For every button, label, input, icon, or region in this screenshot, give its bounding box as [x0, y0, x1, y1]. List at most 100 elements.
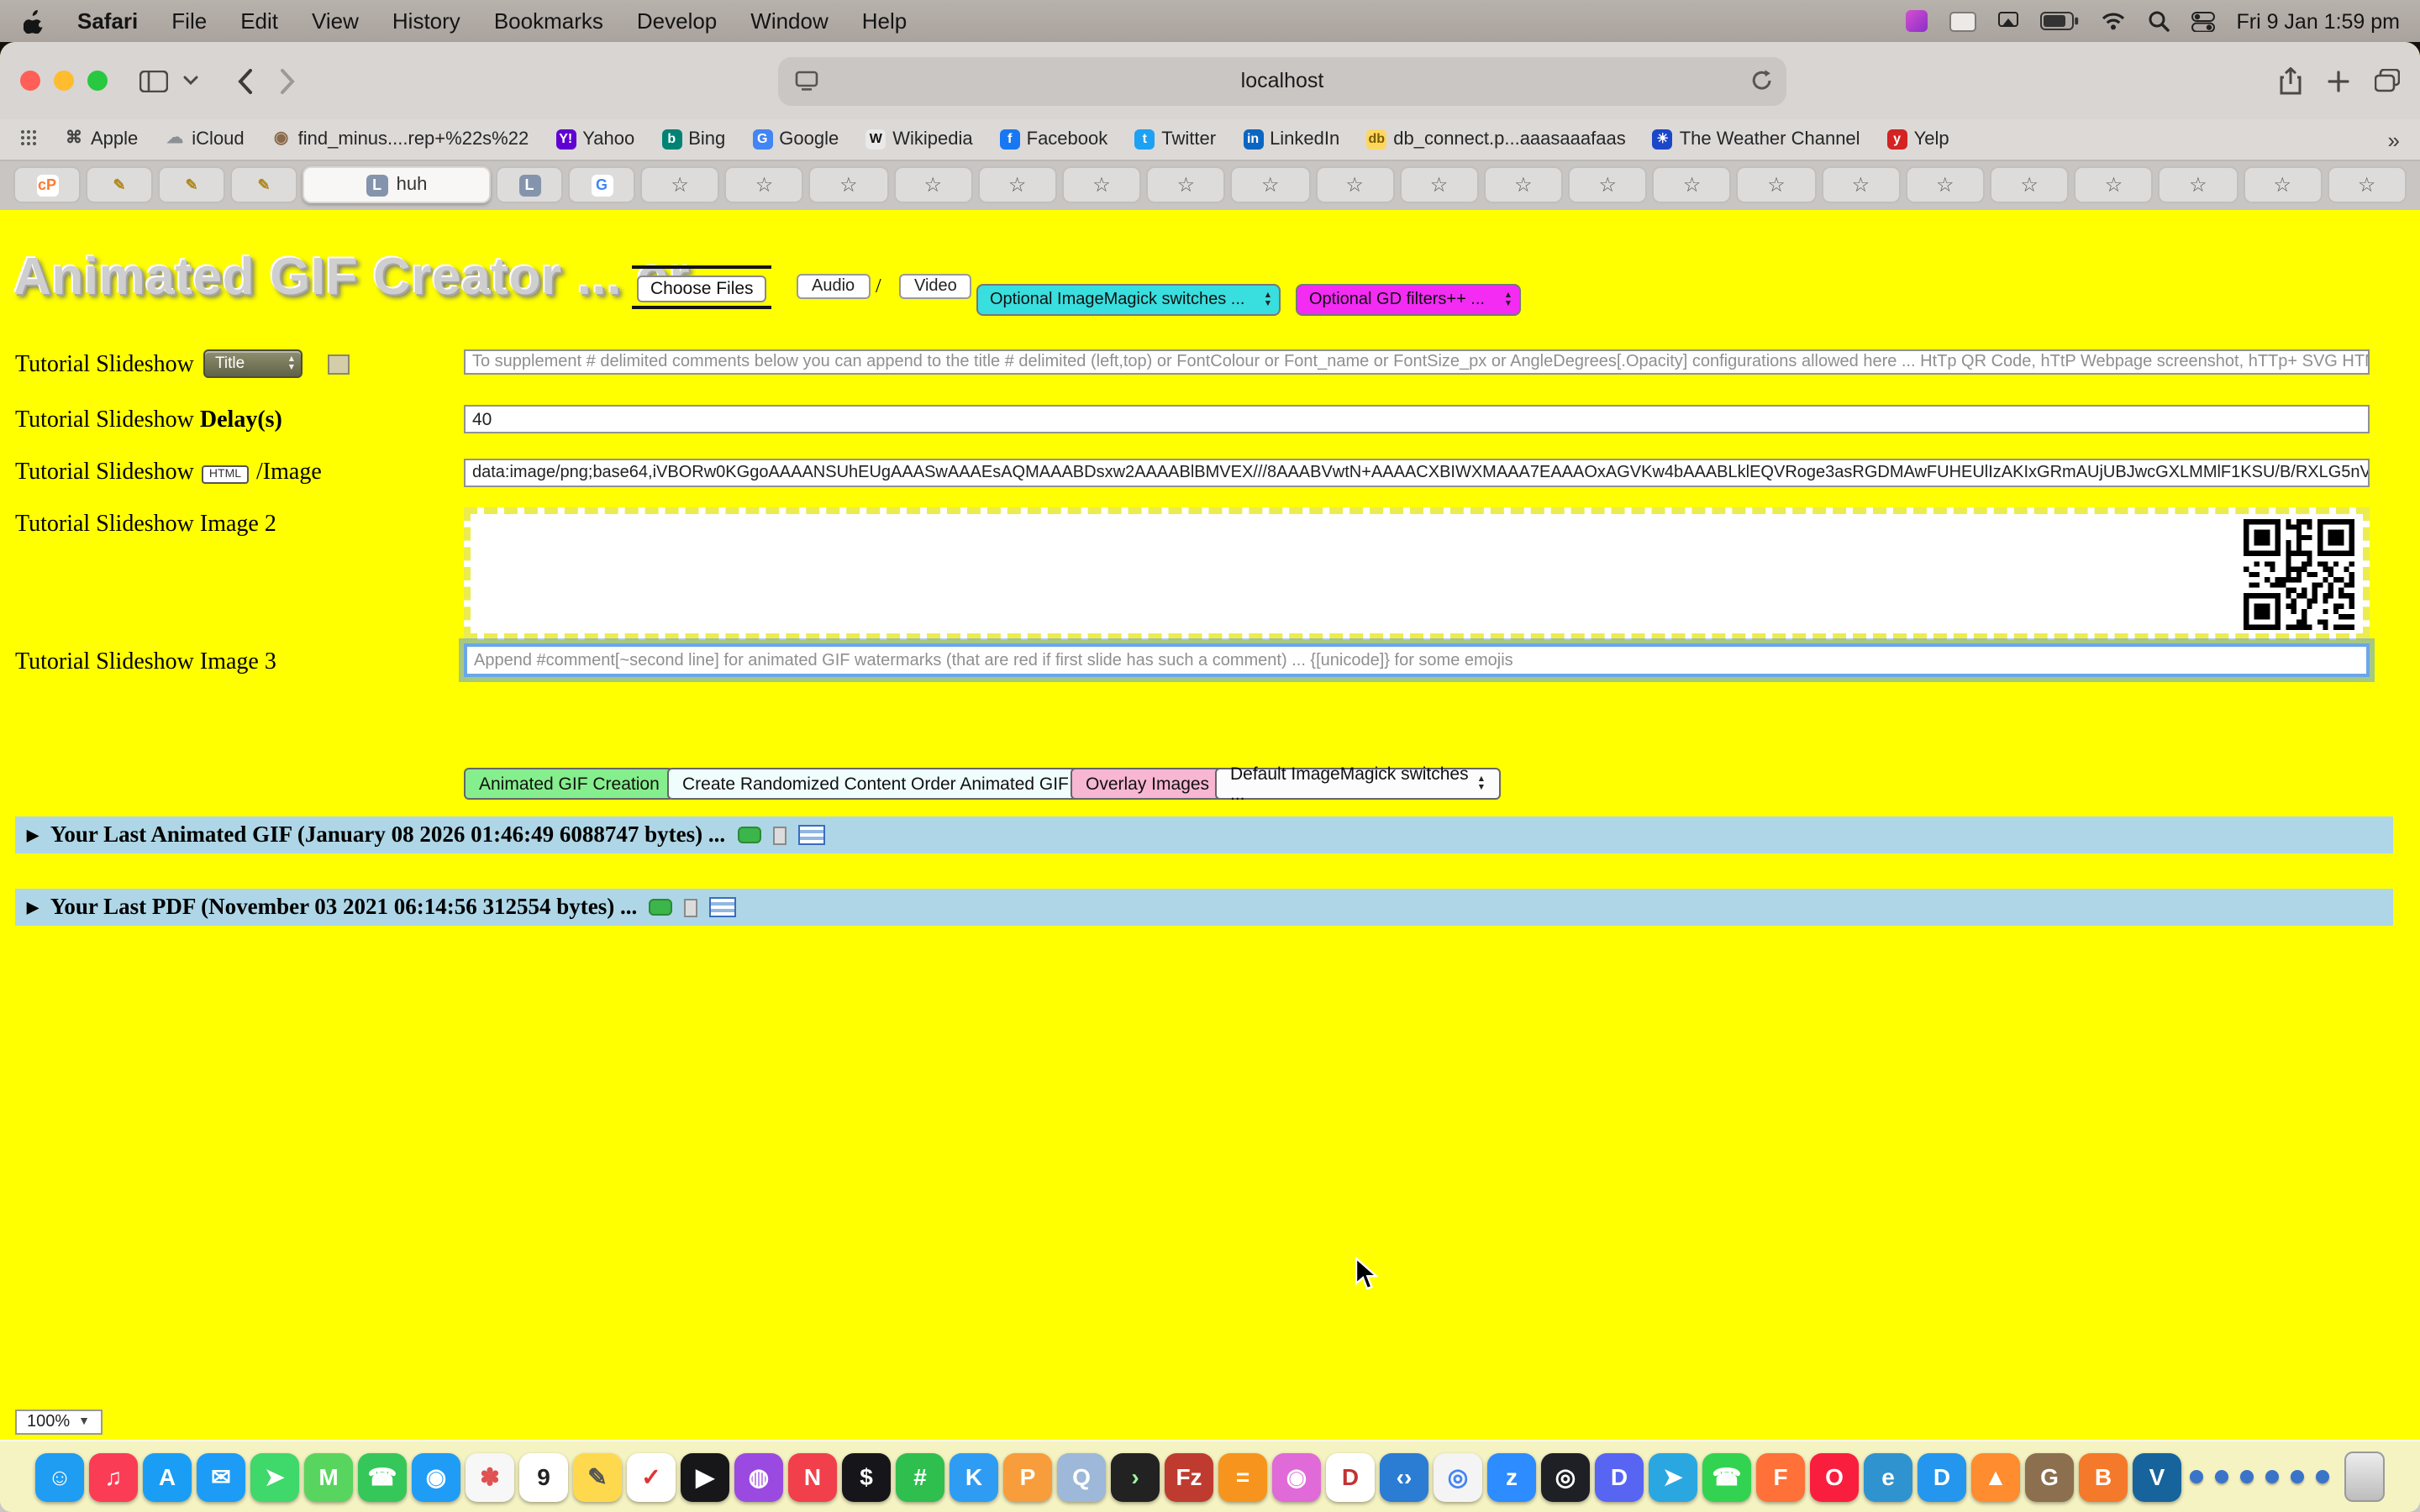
menu-bookmarks[interactable]: Bookmarks [477, 8, 620, 34]
dock-mail-icon[interactable]: ✉ [197, 1452, 245, 1501]
gif-badge-icon[interactable] [649, 899, 672, 916]
tab-favorite-19[interactable]: ☆ [2159, 166, 2238, 203]
bookmark-item[interactable]: dbdb_connect.p...aaasaaafaas [1366, 129, 1625, 150]
title-config-input[interactable]: To supplement # delimited comments below… [464, 349, 2370, 375]
dock-stocks-icon[interactable]: $ [842, 1452, 891, 1501]
bookmarks-overflow-chevron[interactable]: » [2388, 127, 2400, 152]
doc-badge-icon[interactable] [772, 826, 786, 844]
bookmark-item[interactable]: ◉find_minus....rep+%22s%22 [271, 129, 529, 150]
tab-favorite-7[interactable]: ☆ [1146, 166, 1225, 203]
dock-chrome-icon[interactable]: ◎ [1434, 1452, 1482, 1501]
close-window-button[interactable] [20, 71, 40, 91]
bookmark-item[interactable]: WWikipedia [865, 129, 972, 150]
dock-discord-icon[interactable]: D [1595, 1452, 1644, 1501]
menubar-extra-icon[interactable] [1905, 10, 1927, 32]
tab-cpanel[interactable]: cP [13, 166, 81, 203]
tab-active[interactable]: Lhuh [302, 166, 491, 203]
image-data-input[interactable]: data:image/png;base64,iVBORw0KGgoAAAANSU… [464, 459, 2370, 487]
bookmark-item[interactable]: tTwitter [1134, 129, 1216, 150]
tab-favorite-3[interactable]: ☆ [809, 166, 888, 203]
reload-icon[interactable] [1751, 68, 1773, 97]
dock-terminal-icon[interactable]: › [1111, 1452, 1160, 1501]
audio-button[interactable]: Audio [797, 274, 870, 299]
tab-favorite-12[interactable]: ☆ [1568, 166, 1647, 203]
forward-button[interactable] [281, 68, 296, 93]
tab-favorite-9[interactable]: ☆ [1315, 166, 1394, 203]
dock-edge-icon[interactable]: e [1864, 1452, 1912, 1501]
dock-blender-icon[interactable]: B [2079, 1452, 2128, 1501]
dock-safari-icon[interactable]: ◉ [412, 1452, 460, 1501]
dock-preview-icon[interactable]: Q [1057, 1452, 1106, 1501]
menu-window[interactable]: Window [734, 8, 845, 34]
bookmark-item[interactable]: yYelp [1887, 129, 1949, 150]
dock-podcasts-icon[interactable]: ◍ [734, 1452, 783, 1501]
new-tab-icon[interactable] [2328, 70, 2349, 92]
menu-clock[interactable]: Fri 9 Jan 1:59 pm [2236, 9, 2400, 33]
spotlight-icon[interactable] [2147, 10, 2169, 32]
title-select[interactable]: Title ▲▼ [203, 349, 302, 378]
dock-minimized-window[interactable] [2240, 1470, 2254, 1483]
screen-mirroring-icon[interactable] [1997, 12, 2018, 30]
dock-reminders-icon[interactable]: ✓ [627, 1452, 676, 1501]
tab-favorite-2[interactable]: ☆ [724, 166, 803, 203]
dock-vscode-icon[interactable]: ‹› [1380, 1452, 1428, 1501]
tab-favorite-21[interactable]: ☆ [2328, 166, 2407, 203]
tab-favorite-13[interactable]: ☆ [1653, 166, 1732, 203]
tab-google-tab[interactable]: G [568, 166, 635, 203]
zoom-window-button[interactable] [87, 71, 108, 91]
menu-edit[interactable]: Edit [224, 8, 295, 34]
tab-l-tab[interactable]: L [496, 166, 563, 203]
dock-pages-icon[interactable]: P [1003, 1452, 1052, 1501]
display-icon[interactable] [795, 70, 818, 95]
sidebar-toggle-icon[interactable] [139, 70, 168, 92]
dock-minimized-window[interactable] [2316, 1470, 2329, 1483]
choose-files-button[interactable]: Choose Files [637, 276, 767, 302]
gd-filters-select[interactable]: Optional GD filters++ ... ▲▼ [1296, 284, 1521, 316]
dock-maps-icon[interactable]: ➤ [250, 1452, 299, 1501]
disclosure-triangle-icon[interactable]: ▶ [27, 898, 39, 916]
dock-opera-icon[interactable]: O [1810, 1452, 1859, 1501]
tab-favorite-16[interactable]: ☆ [1906, 166, 1985, 203]
zoom-indicator[interactable]: 100% ▼ [15, 1410, 102, 1435]
bookmark-item[interactable]: inLinkedIn [1243, 129, 1339, 150]
tab-favorite-10[interactable]: ☆ [1399, 166, 1478, 203]
tab-favorite-17[interactable]: ☆ [1990, 166, 2069, 203]
menu-app-name[interactable]: Safari [60, 8, 155, 34]
menu-history[interactable]: History [376, 8, 477, 34]
tab-overview-icon[interactable] [2375, 69, 2400, 92]
bookmark-item[interactable]: ☀The Weather Channel [1653, 129, 1860, 150]
bookmark-item[interactable]: bBing [661, 129, 725, 150]
control-center-icon[interactable] [2191, 11, 2214, 31]
file-input[interactable]: Choose Files [632, 265, 772, 309]
disclosure-triangle-icon[interactable]: ▶ [27, 826, 39, 844]
doc-badge-icon[interactable] [684, 898, 697, 916]
bookmarks-grid-icon[interactable] [20, 129, 37, 150]
sidebar-chevron-icon[interactable] [183, 76, 198, 86]
dock-keynote-icon[interactable]: K [950, 1452, 998, 1501]
html-badge-icon[interactable] [709, 897, 736, 917]
address-bar[interactable]: localhost [778, 56, 1786, 105]
tab-favorite-15[interactable]: ☆ [1821, 166, 1900, 203]
dock-minimized-window[interactable] [2190, 1470, 2203, 1483]
create-randomized-button[interactable]: Create Randomized Content Order Animated… [667, 768, 1084, 800]
bookmark-item[interactable]: fFacebook [1000, 129, 1108, 150]
dock-obs-icon[interactable]: ◎ [1541, 1452, 1590, 1501]
tab-favorite-6[interactable]: ☆ [1062, 166, 1141, 203]
minimize-window-button[interactable] [54, 71, 74, 91]
dock-firefox-icon[interactable]: F [1756, 1452, 1805, 1501]
wifi-icon[interactable] [2100, 12, 2125, 30]
menu-develop[interactable]: Develop [620, 8, 734, 34]
tab-favorite-11[interactable]: ☆ [1484, 166, 1563, 203]
dock-tv-icon[interactable]: ▶ [681, 1452, 729, 1501]
gif-badge-icon[interactable] [737, 827, 760, 843]
tab-favorite-1[interactable]: ☆ [640, 166, 719, 203]
dock-vlc-icon[interactable]: ▲ [1971, 1452, 2020, 1501]
dock-vmware-icon[interactable]: V [2133, 1452, 2181, 1501]
last-pdf-details[interactable]: ▶ Your Last PDF (November 03 2021 06:14:… [15, 889, 2393, 926]
dock-calendar-icon[interactable]: 9 [519, 1452, 568, 1501]
animated-gif-creation-button[interactable]: Animated GIF Creation [464, 768, 675, 800]
dock-filezilla-icon[interactable]: Fz [1165, 1452, 1213, 1501]
input-source-icon[interactable] [1949, 11, 1975, 31]
dock-whatsapp-icon[interactable]: ☎ [1702, 1452, 1751, 1501]
dock-minimized-window[interactable] [2291, 1470, 2304, 1483]
